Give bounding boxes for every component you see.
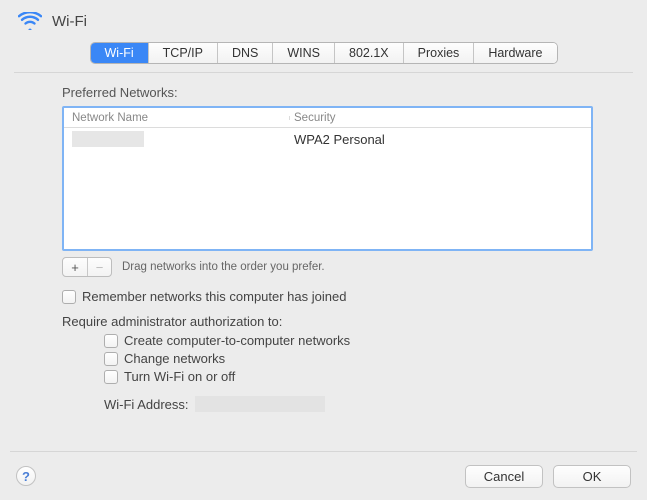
ok-button[interactable]: OK — [553, 465, 631, 488]
wifi-address-label: Wi-Fi Address: — [104, 397, 189, 412]
help-button[interactable]: ? — [16, 466, 36, 486]
tab-8021x[interactable]: 802.1X — [334, 43, 403, 63]
drag-hint: Drag networks into the order you prefer. — [122, 261, 325, 273]
footer: ? Cancel OK — [0, 452, 647, 500]
content-panel: Preferred Networks: Network Name Securit… — [14, 72, 633, 412]
tab-wins[interactable]: WINS — [272, 43, 334, 63]
preferred-networks-label: Preferred Networks: — [62, 85, 593, 100]
req-toggle-row[interactable]: Turn Wi-Fi on or off — [104, 369, 593, 384]
remove-network-button[interactable]: − — [87, 258, 111, 276]
redacted-network-name — [72, 131, 144, 147]
add-network-button[interactable]: + — [63, 258, 87, 276]
redacted-wifi-address — [195, 396, 325, 412]
cell-security: WPA2 Personal — [290, 132, 591, 147]
wifi-icon — [18, 12, 42, 30]
tab-hardware[interactable]: Hardware — [473, 43, 556, 63]
window-title: Wi-Fi — [52, 13, 87, 30]
tab-proxies[interactable]: Proxies — [403, 43, 474, 63]
tab-dns[interactable]: DNS — [217, 43, 272, 63]
remember-networks-checkbox[interactable] — [62, 290, 76, 304]
wifi-address-row: Wi-Fi Address: — [104, 396, 593, 412]
req-create-label: Create computer-to-computer networks — [124, 333, 350, 348]
remember-networks-label: Remember networks this computer has join… — [82, 289, 346, 304]
remember-networks-row[interactable]: Remember networks this computer has join… — [62, 289, 593, 304]
col-header-name[interactable]: Network Name — [64, 112, 290, 124]
req-change-checkbox[interactable] — [104, 352, 118, 366]
tab-tcpip[interactable]: TCP/IP — [148, 43, 217, 63]
req-change-row[interactable]: Change networks — [104, 351, 593, 366]
preferred-networks-table[interactable]: Network Name Security WPA2 Personal — [62, 106, 593, 251]
cell-network-name — [64, 131, 290, 147]
wifi-advanced-window: Wi-Fi Wi-Fi TCP/IP DNS WINS 802.1X Proxi… — [0, 0, 647, 500]
req-create-row[interactable]: Create computer-to-computer networks — [104, 333, 593, 348]
table-header: Network Name Security — [64, 108, 591, 128]
req-toggle-checkbox[interactable] — [104, 370, 118, 384]
require-admin-label: Require administrator authorization to: — [62, 314, 593, 329]
tab-wifi[interactable]: Wi-Fi — [91, 43, 148, 63]
add-remove-controls: + − Drag networks into the order you pre… — [62, 255, 593, 279]
req-toggle-label: Turn Wi-Fi on or off — [124, 369, 235, 384]
req-create-checkbox[interactable] — [104, 334, 118, 348]
cancel-button[interactable]: Cancel — [465, 465, 543, 488]
table-row[interactable]: WPA2 Personal — [64, 128, 591, 150]
col-header-security[interactable]: Security — [290, 112, 591, 124]
req-change-label: Change networks — [124, 351, 225, 366]
header: Wi-Fi — [0, 0, 647, 36]
tab-bar: Wi-Fi TCP/IP DNS WINS 802.1X Proxies Har… — [0, 36, 647, 72]
